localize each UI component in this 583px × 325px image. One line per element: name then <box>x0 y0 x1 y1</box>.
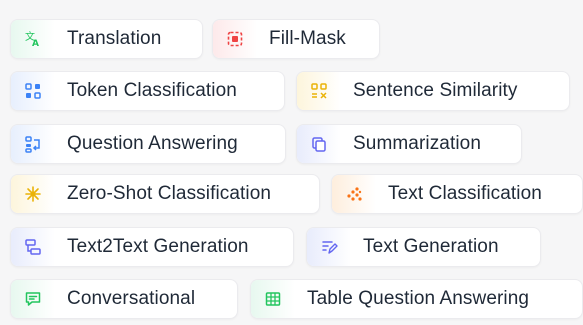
tag-summarization[interactable]: Summarization <box>296 124 522 164</box>
tag-label: Summarization <box>353 133 482 154</box>
text2text-icon <box>11 228 55 266</box>
tag-label: Sentence Similarity <box>353 80 518 101</box>
tag-sentence-similarity[interactable]: Sentence Similarity <box>296 71 570 111</box>
svg-text:A: A <box>32 39 39 48</box>
translate-icon: 文A <box>11 20 55 58</box>
tag-label: Text Generation <box>363 236 499 257</box>
tag-text-generation[interactable]: Text Generation <box>306 227 541 267</box>
question-answering-icon <box>11 125 55 163</box>
zero-shot-icon <box>11 175 55 213</box>
task-tags-panel: 文A Translation Fill-Mask Token Classific… <box>0 0 583 325</box>
tag-text2text-generation[interactable]: Text2Text Generation <box>10 227 294 267</box>
text-generation-icon <box>307 228 351 266</box>
fill-mask-icon <box>213 20 257 58</box>
tag-label: Zero-Shot Classification <box>67 183 272 204</box>
tag-text-classification[interactable]: Text Classification <box>331 174 583 214</box>
token-classification-icon <box>11 72 55 110</box>
tag-label: Fill-Mask <box>269 28 346 49</box>
tag-label: Translation <box>67 28 162 49</box>
tag-conversational[interactable]: Conversational <box>10 279 238 319</box>
summarization-icon <box>297 125 341 163</box>
tag-label: Table Question Answering <box>307 288 530 309</box>
tag-token-classification[interactable]: Token Classification <box>10 71 285 111</box>
table-icon <box>251 280 295 318</box>
tag-question-answering[interactable]: Question Answering <box>10 124 286 164</box>
tag-label: Token Classification <box>67 80 237 101</box>
tag-label: Question Answering <box>67 133 238 154</box>
sentence-similarity-icon <box>297 72 341 110</box>
tag-translation[interactable]: 文A Translation <box>10 19 203 59</box>
tag-label: Text2Text Generation <box>67 236 249 257</box>
text-classification-icon <box>332 175 376 213</box>
chat-icon <box>11 280 55 318</box>
tag-label: Text Classification <box>388 183 542 204</box>
tag-fill-mask[interactable]: Fill-Mask <box>212 19 380 59</box>
tag-zero-shot-classification[interactable]: Zero-Shot Classification <box>10 174 320 214</box>
tag-table-question-answering[interactable]: Table Question Answering <box>250 279 583 319</box>
tag-label: Conversational <box>67 288 196 309</box>
